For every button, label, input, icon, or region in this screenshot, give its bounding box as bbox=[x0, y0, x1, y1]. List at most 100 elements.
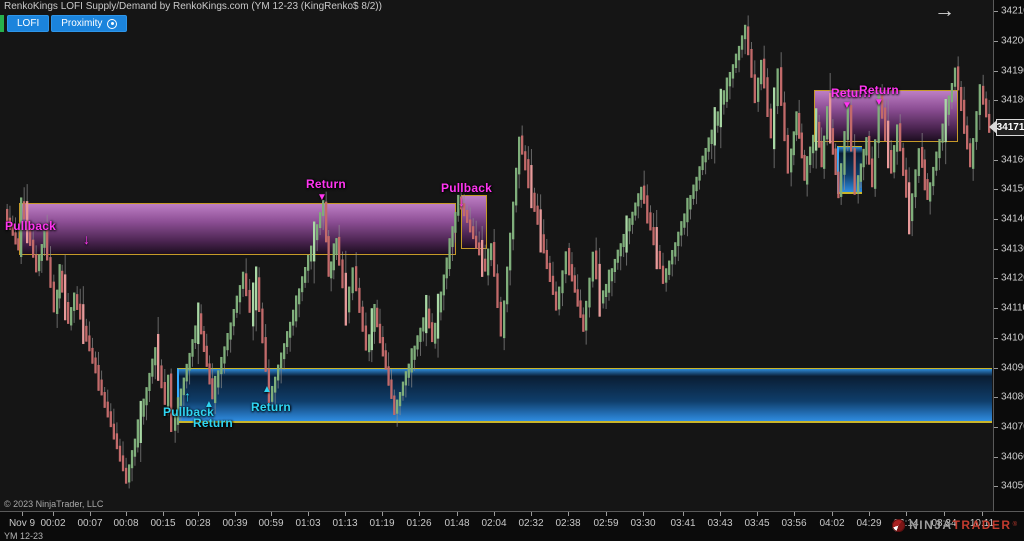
price-axis-label: 34060 bbox=[1001, 451, 1024, 462]
time-axis-label: 02:04 bbox=[481, 518, 506, 529]
price-axis-label: 34190 bbox=[1001, 65, 1024, 76]
zone-annotation-label: Pullback bbox=[441, 181, 492, 195]
annotation-arrow-icon: ↑ bbox=[184, 388, 191, 404]
time-axis-tick bbox=[308, 512, 309, 516]
time-axis-tick bbox=[163, 512, 164, 516]
price-axis-tick bbox=[994, 308, 998, 309]
price-axis-label: 34110 bbox=[1001, 303, 1024, 314]
annotation-arrow-icon: ▲ bbox=[262, 384, 272, 395]
annotation-arrow-icon: ↓ bbox=[83, 231, 90, 247]
time-axis-label: Nov 9 bbox=[9, 518, 35, 529]
time-axis-label: 02:32 bbox=[518, 518, 543, 529]
price-axis-tick bbox=[994, 189, 998, 190]
time-axis-label: 02:38 bbox=[555, 518, 580, 529]
annotation-arrow-icon: ▼ bbox=[842, 100, 852, 111]
price-axis-tick bbox=[994, 368, 998, 369]
lofi-button[interactable]: LOFI bbox=[7, 15, 49, 32]
time-axis-label: 03:43 bbox=[707, 518, 732, 529]
time-axis-tick bbox=[869, 512, 870, 516]
ninjatrader-chart-window: Pullback↓Return▼Pullback↓Return▼Return▼P… bbox=[0, 0, 1024, 541]
price-axis-tick bbox=[994, 249, 998, 250]
annotation-arrow-icon: ▼ bbox=[317, 192, 327, 203]
price-axis-label: 34070 bbox=[1001, 421, 1024, 432]
zone-annotation-label: Pullback bbox=[5, 219, 56, 233]
time-axis[interactable]: YM 12-23 Nov 900:0200:0700:0800:1500:280… bbox=[0, 511, 1024, 541]
ninjatrader-logo-icon bbox=[892, 519, 905, 532]
price-axis-tick bbox=[994, 11, 998, 12]
price-axis-tick bbox=[994, 160, 998, 161]
time-axis-tick bbox=[494, 512, 495, 516]
price-axis-label: 34130 bbox=[1001, 243, 1024, 254]
chart-title: RenkoKings LOFI Supply/Demand by RenkoKi… bbox=[4, 1, 382, 12]
indicator-toolbar: LOFI Proximity bbox=[0, 15, 129, 32]
time-axis-tick bbox=[345, 512, 346, 516]
time-axis-label: 03:56 bbox=[781, 518, 806, 529]
logo-registered-mark: ® bbox=[1013, 522, 1017, 528]
time-axis-tick bbox=[757, 512, 758, 516]
time-axis-tick bbox=[982, 512, 983, 516]
price-axis-label: 34080 bbox=[1001, 392, 1024, 403]
price-axis-tick bbox=[994, 486, 998, 487]
time-axis-tick bbox=[531, 512, 532, 516]
time-axis-tick bbox=[53, 512, 54, 516]
time-axis-label: 00:07 bbox=[77, 518, 102, 529]
zone-annotation-label: Return bbox=[251, 400, 291, 414]
time-axis-tick bbox=[271, 512, 272, 516]
price-axis-label: 34180 bbox=[1001, 95, 1024, 106]
price-axis-tick bbox=[994, 457, 998, 458]
time-axis-label: 01:48 bbox=[444, 518, 469, 529]
time-axis-tick bbox=[90, 512, 91, 516]
price-axis-label: 34100 bbox=[1001, 332, 1024, 343]
price-axis[interactable]: 3421034200341903418034160341503414034130… bbox=[993, 0, 1024, 511]
time-axis-label: 00:28 bbox=[185, 518, 210, 529]
zone-annotation-label: Return bbox=[193, 416, 233, 430]
time-axis-tick bbox=[720, 512, 721, 516]
proximity-button-label: Proximity bbox=[61, 18, 102, 29]
price-axis-tick bbox=[994, 71, 998, 72]
price-axis-label: 34210 bbox=[1001, 6, 1024, 17]
active-indicator-tab[interactable] bbox=[0, 15, 4, 32]
time-axis-tick bbox=[794, 512, 795, 516]
zone-annotations-layer: Pullback↓Return▼Pullback↓Return▼Return▼P… bbox=[0, 0, 993, 511]
price-axis-tick bbox=[994, 100, 998, 101]
time-axis-label: 01:26 bbox=[406, 518, 431, 529]
time-axis-tick bbox=[683, 512, 684, 516]
logo-text-ninja: NINJA bbox=[909, 518, 953, 532]
time-axis-tick bbox=[832, 512, 833, 516]
price-axis-tick bbox=[994, 427, 998, 428]
current-price-badge: 34171 bbox=[996, 119, 1024, 136]
lofi-button-label: LOFI bbox=[17, 18, 39, 29]
go-to-latest-arrow-icon[interactable]: → bbox=[934, 0, 955, 23]
time-axis-tick bbox=[457, 512, 458, 516]
price-axis-tick bbox=[994, 397, 998, 398]
time-axis-tick bbox=[126, 512, 127, 516]
price-axis-tick bbox=[994, 41, 998, 42]
price-axis-tick bbox=[994, 219, 998, 220]
time-axis-label: 03:41 bbox=[670, 518, 695, 529]
time-axis-label: 04:02 bbox=[819, 518, 844, 529]
logo-text-trader: TRADER bbox=[953, 518, 1012, 532]
time-axis-label: 04:29 bbox=[856, 518, 881, 529]
ninjatrader-logo: NINJATRADER® bbox=[892, 518, 1017, 532]
zone-annotation-label: Return bbox=[859, 83, 899, 97]
time-axis-tick bbox=[382, 512, 383, 516]
copyright-text: © 2023 NinjaTrader, LLC bbox=[4, 499, 103, 509]
time-axis-tick bbox=[906, 512, 907, 516]
time-axis-label: 00:39 bbox=[222, 518, 247, 529]
price-axis-tick bbox=[994, 338, 998, 339]
time-axis-label: 01:19 bbox=[369, 518, 394, 529]
proximity-button[interactable]: Proximity bbox=[51, 15, 127, 32]
zone-annotation-label: Return bbox=[306, 177, 346, 191]
time-axis-label: 00:02 bbox=[40, 518, 65, 529]
price-axis-label: 34140 bbox=[1001, 214, 1024, 225]
annotation-arrow-icon: ▲ bbox=[204, 399, 214, 410]
time-axis-label: 00:15 bbox=[150, 518, 175, 529]
price-axis-tick bbox=[994, 278, 998, 279]
time-axis-label: 03:45 bbox=[744, 518, 769, 529]
time-axis-tick bbox=[419, 512, 420, 516]
time-axis-tick bbox=[606, 512, 607, 516]
price-axis-label: 34200 bbox=[1001, 35, 1024, 46]
time-axis-tick bbox=[22, 512, 23, 516]
chart-plot-area[interactable]: Pullback↓Return▼Pullback↓Return▼Return▼P… bbox=[0, 0, 993, 511]
time-axis-tick bbox=[944, 512, 945, 516]
